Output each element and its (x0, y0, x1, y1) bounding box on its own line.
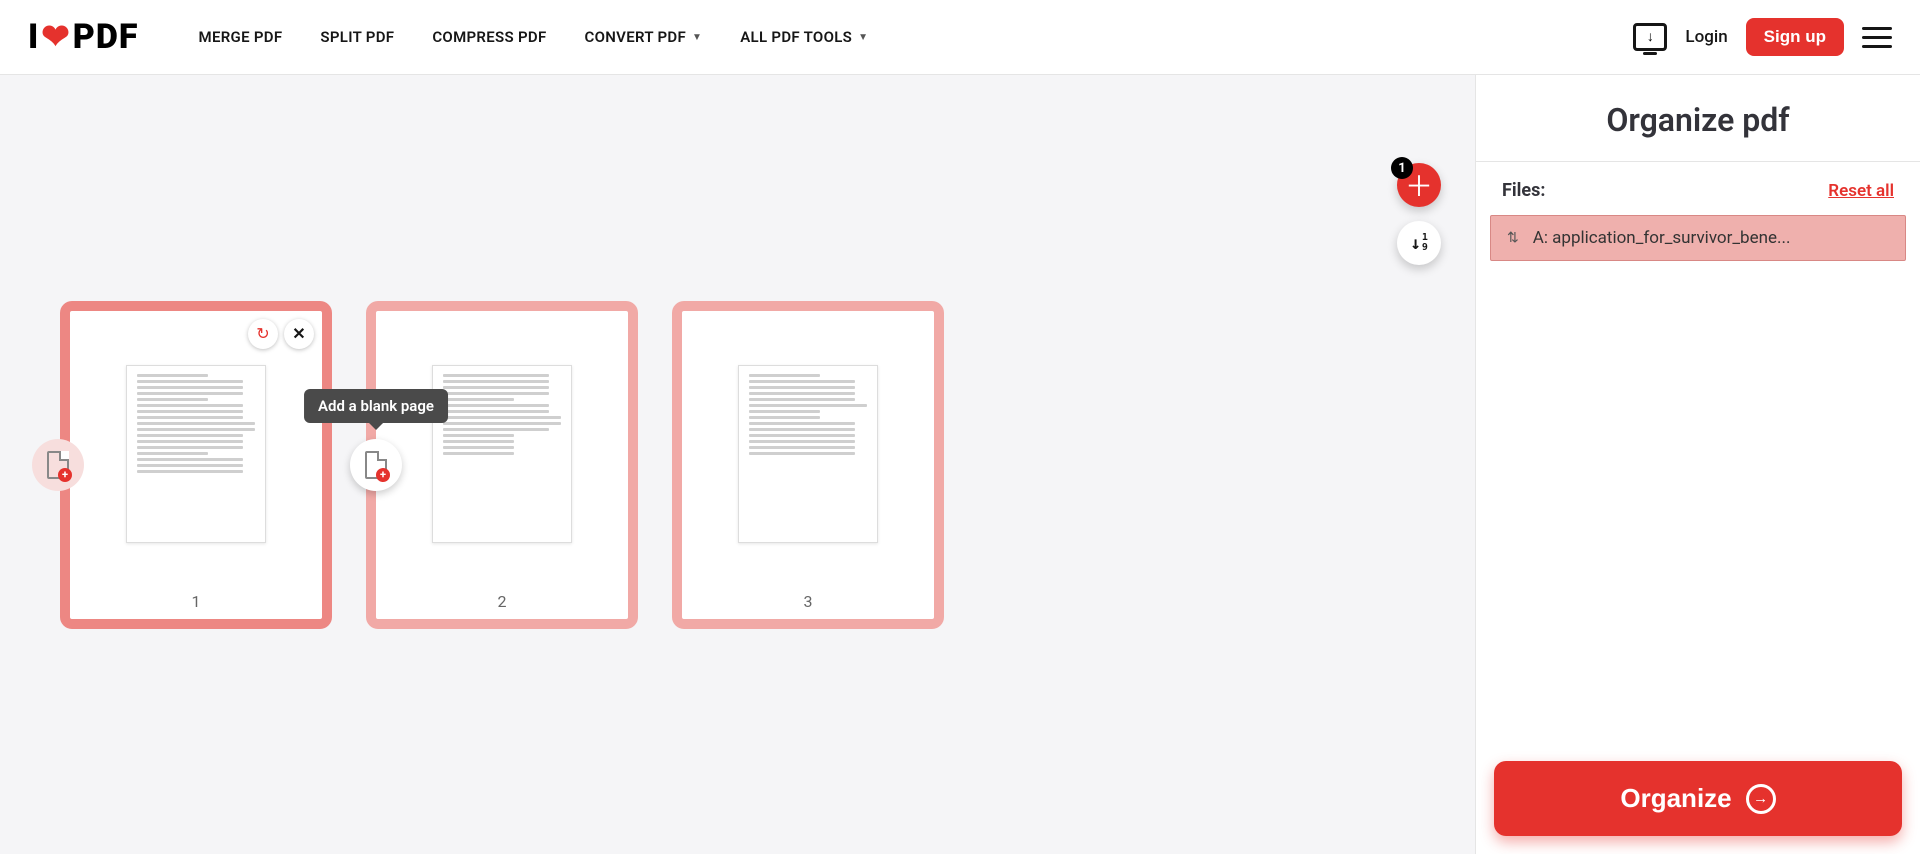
page-preview (432, 365, 572, 543)
floating-actions: ＋ 1 ↓ 19 (1397, 163, 1441, 265)
page-thumbnail-1[interactable]: + ↻ ✕ 1 (60, 301, 332, 629)
menu-icon[interactable] (1862, 27, 1892, 48)
sort-icon: ↓ 19 (1410, 233, 1428, 254)
drag-handle-icon[interactable]: ⇅ (1507, 230, 1519, 246)
login-link[interactable]: Login (1685, 27, 1727, 47)
chevron-down-icon: ▼ (858, 32, 868, 43)
nav-all-tools[interactable]: ALL PDF TOOLS▼ (740, 28, 868, 46)
file-count-badge: 1 (1391, 157, 1413, 179)
page-number: 1 (192, 592, 201, 611)
file-item[interactable]: ⇅ A: application_for_survivor_bene... (1490, 215, 1906, 261)
sidebar: Organize pdf Files: Reset all ⇅ A: appli… (1475, 75, 1920, 854)
page-thumbnail-3[interactable]: 3 (672, 301, 944, 629)
logo[interactable]: I ❤ PDF (28, 17, 139, 57)
arrow-right-icon: → (1746, 784, 1776, 814)
rotate-page-button[interactable]: ↻ (248, 319, 278, 349)
logo-post: PDF (73, 17, 139, 57)
pages-row: + ↻ ✕ 1 + Add a blank page (60, 301, 944, 629)
reset-all-link[interactable]: Reset all (1828, 181, 1894, 201)
page-canvas: ＋ 1 ↓ 19 + ↻ ✕ (0, 75, 1475, 854)
add-blank-before-2[interactable]: + Add a blank page (350, 439, 402, 491)
nav-compress[interactable]: COMPRESS PDF (432, 28, 546, 46)
sidebar-title: Organize pdf (1476, 75, 1920, 162)
page-actions: ↻ ✕ (248, 319, 314, 349)
page-preview (738, 365, 878, 543)
organize-label: Organize (1620, 783, 1731, 814)
page-thumbnail-2[interactable]: + Add a blank page 2 (366, 301, 638, 629)
sidebar-footer: Organize → (1476, 743, 1920, 854)
nav-merge[interactable]: MERGE PDF (199, 28, 283, 46)
add-blank-before-1[interactable]: + (32, 439, 84, 491)
chevron-down-icon: ▼ (692, 32, 702, 43)
page-preview (126, 365, 266, 543)
organize-button[interactable]: Organize → (1494, 761, 1902, 836)
header-right: ↓ Login Sign up (1633, 18, 1892, 56)
main: ＋ 1 ↓ 19 + ↻ ✕ (0, 75, 1920, 854)
file-name: A: application_for_survivor_bene... (1533, 228, 1791, 248)
sort-pages-button[interactable]: ↓ 19 (1397, 221, 1441, 265)
files-header-row: Files: Reset all (1476, 162, 1920, 215)
page-number: 3 (804, 592, 813, 611)
app-header: I ❤ PDF MERGE PDF SPLIT PDF COMPRESS PDF… (0, 0, 1920, 75)
nav-split[interactable]: SPLIT PDF (320, 28, 394, 46)
files-label: Files: (1502, 180, 1545, 201)
remove-page-button[interactable]: ✕ (284, 319, 314, 349)
page-number: 2 (498, 592, 507, 611)
signup-button[interactable]: Sign up (1746, 18, 1844, 56)
tooltip: Add a blank page (304, 389, 448, 423)
main-nav: MERGE PDF SPLIT PDF COMPRESS PDF CONVERT… (199, 28, 869, 46)
heart-icon: ❤ (41, 17, 71, 57)
document-plus-icon: + (47, 451, 69, 479)
logo-pre: I (28, 17, 39, 57)
add-file-button[interactable]: ＋ 1 (1397, 163, 1441, 207)
document-plus-icon: + (365, 451, 387, 479)
desktop-download-icon[interactable]: ↓ (1633, 23, 1667, 51)
nav-convert[interactable]: CONVERT PDF▼ (585, 28, 703, 46)
